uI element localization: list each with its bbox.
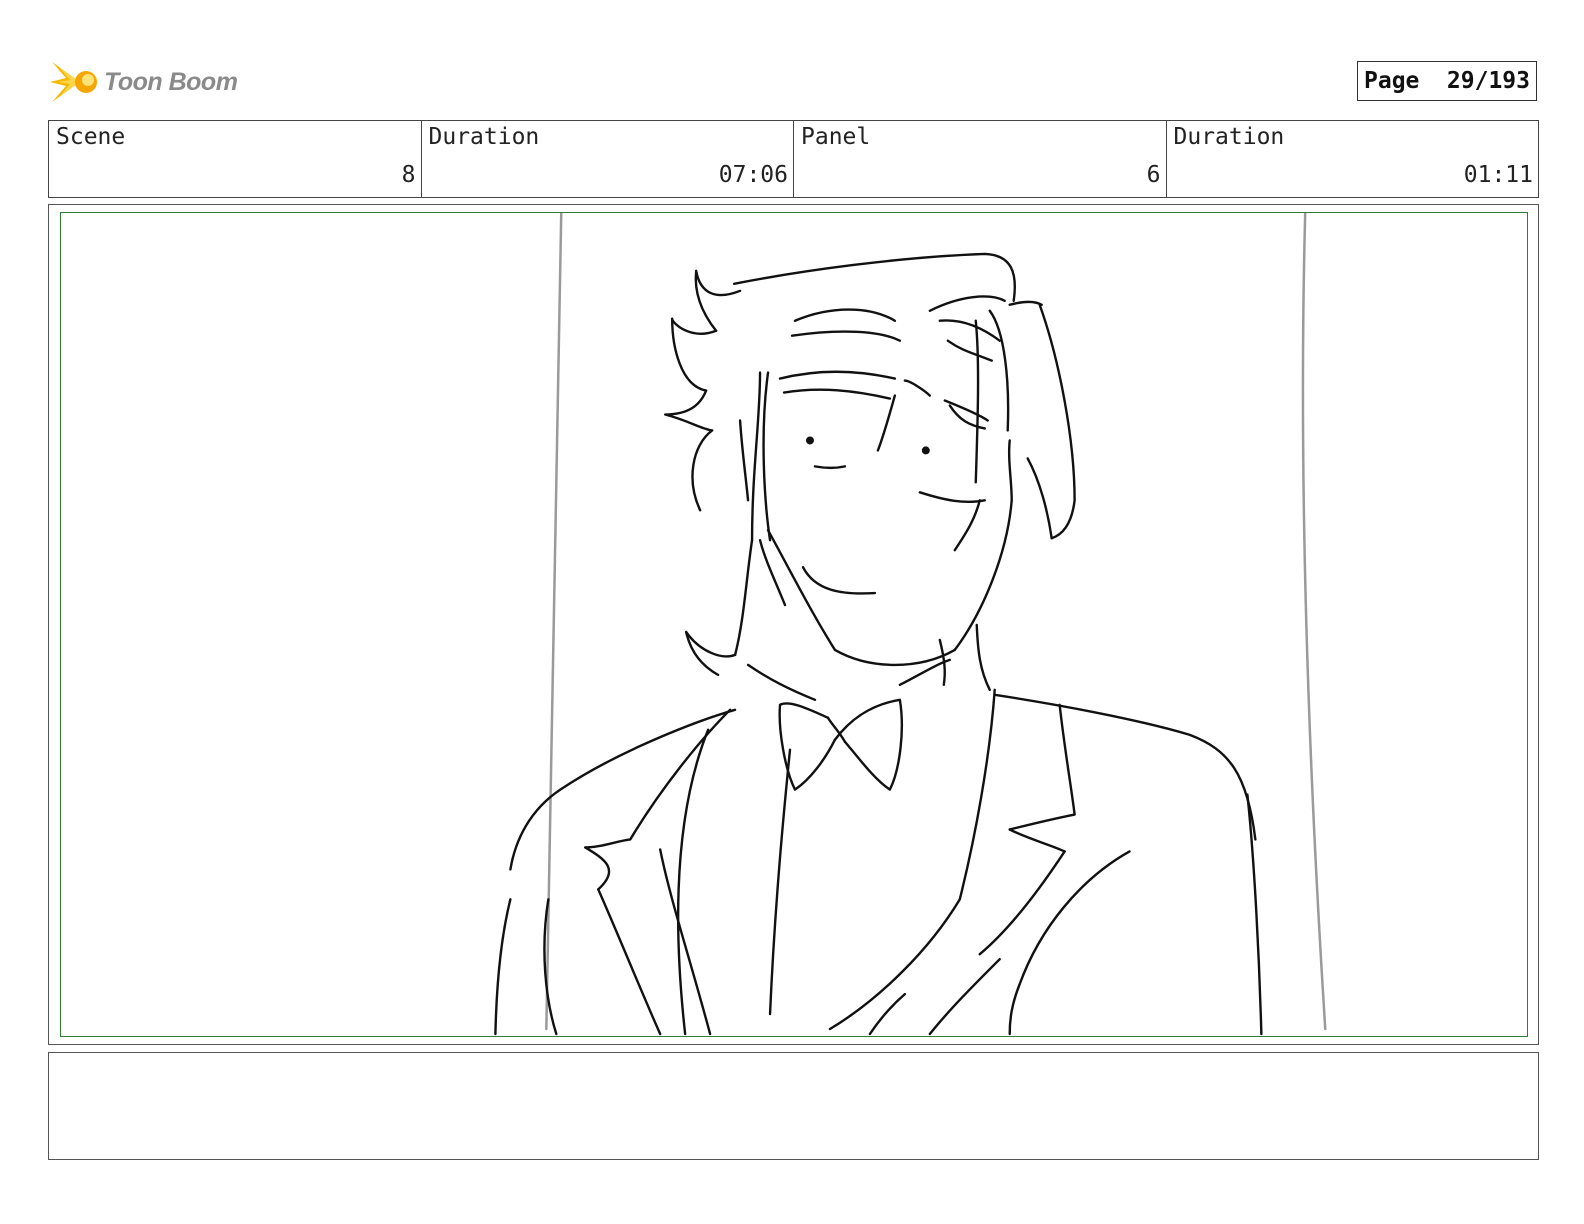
panel-info-table: Scene 8 Duration 07:06 Panel 6 Duration …	[48, 120, 1539, 198]
scene-label: Scene	[56, 124, 126, 150]
panel-label: Panel	[801, 124, 871, 150]
panel-duration-value: 01:11	[1463, 162, 1533, 188]
panel-duration-label: Duration	[1173, 124, 1285, 150]
logo-text: Toon Boom	[104, 67, 238, 96]
camera-guide-lines	[545, 213, 1327, 1031]
scene-value: 8	[401, 162, 416, 188]
scene-cell: Scene 8	[49, 121, 422, 197]
panel-notes-box	[48, 1052, 1539, 1160]
starburst-icon	[50, 62, 97, 102]
page-number: 29/193	[1446, 68, 1530, 94]
toon-boom-logo: Toon Boom	[50, 55, 250, 109]
panel-cell: Panel 6	[794, 121, 1167, 197]
panel-value: 6	[1146, 162, 1161, 188]
scene-duration-value: 07:06	[718, 162, 788, 188]
character-sketch	[494, 213, 1327, 1036]
scene-duration-cell: Duration 07:06	[422, 121, 794, 197]
page-indicator: Page 29/193	[1357, 61, 1537, 101]
storyboard-panel-image	[60, 212, 1528, 1037]
scene-duration-label: Duration	[428, 124, 540, 150]
character-lines	[494, 252, 1263, 1036]
page-label: Page	[1364, 68, 1420, 94]
panel-duration-cell: Duration 01:11	[1167, 121, 1539, 197]
